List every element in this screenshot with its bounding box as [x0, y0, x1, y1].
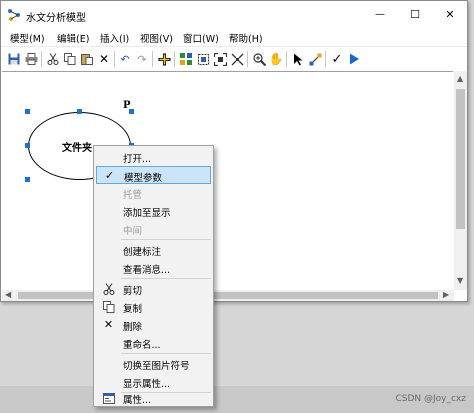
menu-view[interactable]: 视图(V)	[140, 31, 173, 45]
menu-item-create-label[interactable]: 创建标注	[96, 241, 211, 259]
toolbar-separator	[325, 51, 326, 67]
toolbar-separator	[174, 51, 175, 67]
data-variable-label: 文件夹	[62, 143, 92, 154]
horizontal-scroll-thumb[interactable]	[18, 292, 438, 299]
vertical-scrollbar[interactable]: ▲ ▼	[454, 71, 467, 290]
selection-handle[interactable]	[129, 109, 134, 114]
title-bar[interactable]: 水文分析模型 — ☐ ✕	[1, 1, 467, 28]
cut-icon[interactable]	[46, 52, 60, 66]
context-menu: 打开... ✓ 模型参数 托管 添加至显示 中间 创建标注 查看消息... 剪切	[93, 145, 214, 407]
menu-item-open[interactable]: 打开...	[96, 148, 211, 166]
scroll-left-icon[interactable]: ◀	[5, 290, 11, 299]
menu-item-rename[interactable]: 重命名...	[96, 334, 211, 352]
model-canvas[interactable]	[2, 71, 453, 290]
paste-icon[interactable]	[80, 52, 94, 66]
menu-item-delete[interactable]: ✕ 删除	[96, 316, 211, 334]
selection-handle[interactable]	[25, 109, 30, 114]
maximize-icon: ☐	[410, 8, 420, 21]
delete-icon[interactable]: ✕	[97, 52, 111, 66]
print-icon[interactable]	[24, 52, 38, 66]
desktop: 水文分析模型 — ☐ ✕ 模型(M) 编辑(E) 插入(I) 视图(V) 窗口(…	[0, 0, 474, 413]
copy-icon[interactable]	[63, 52, 77, 66]
checkmark-icon: ✓	[104, 169, 115, 182]
minimize-button[interactable]: —	[363, 1, 397, 28]
toolbar: ✕ ↶ ↷ ✋ ✓	[1, 46, 467, 70]
select-pointer-icon[interactable]	[291, 52, 305, 66]
menu-item-model-parameter[interactable]: ✓ 模型参数	[96, 166, 211, 184]
menu-item-add-to-display[interactable]: 添加至显示	[96, 202, 211, 220]
menu-item-copy[interactable]: 复制	[96, 298, 211, 316]
toolbar-separator	[41, 51, 42, 67]
connect-icon[interactable]	[308, 52, 322, 66]
close-icon: ✕	[445, 8, 455, 21]
toolbar-separator	[247, 51, 248, 67]
menu-model[interactable]: 模型(M)	[10, 31, 45, 45]
vertical-scroll-thumb[interactable]	[456, 89, 465, 229]
redo-icon[interactable]: ↷	[135, 52, 149, 66]
scroll-up-icon[interactable]: ▲	[457, 74, 463, 83]
save-icon[interactable]	[7, 52, 21, 66]
model-app-icon	[7, 8, 21, 22]
scroll-right-icon[interactable]: ▶	[443, 290, 449, 299]
horizontal-scrollbar[interactable]: ◀ ▶	[2, 290, 454, 301]
menu-item-managed[interactable]: 托管	[96, 184, 211, 202]
toolbar-separator	[152, 51, 153, 67]
selection-handle[interactable]	[77, 109, 82, 114]
selection-handle[interactable]	[25, 177, 30, 182]
select-all-icon[interactable]	[196, 52, 210, 66]
menu-insert[interactable]: 插入(I)	[100, 31, 129, 45]
properties-icon	[102, 391, 115, 404]
copy-icon	[102, 300, 115, 313]
menu-separator	[121, 278, 211, 279]
window-title: 水文分析模型	[26, 13, 86, 24]
menu-help[interactable]: 帮助(H)	[229, 31, 263, 45]
undo-icon[interactable]: ↶	[118, 52, 132, 66]
add-data-icon[interactable]	[157, 52, 171, 66]
menu-edit[interactable]: 编辑(E)	[57, 31, 89, 45]
fixed-zoom-icon[interactable]	[230, 52, 244, 66]
toolbar-separator	[286, 51, 287, 67]
validate-icon[interactable]: ✓	[330, 52, 344, 66]
menu-item-view-messages[interactable]: 查看消息...	[96, 259, 211, 277]
run-icon[interactable]	[347, 52, 361, 66]
auto-layout-icon[interactable]	[179, 52, 193, 66]
zoom-in-icon[interactable]	[252, 52, 266, 66]
maximize-button[interactable]: ☐	[398, 1, 432, 28]
menu-item-cut[interactable]: 剪切	[96, 280, 211, 298]
close-button[interactable]: ✕	[433, 1, 467, 28]
menu-item-properties[interactable]: 属性...	[96, 389, 211, 406]
menu-item-intermediate[interactable]: 中间	[96, 220, 211, 238]
scroll-down-icon[interactable]: ▼	[457, 276, 463, 285]
toolbar-separator	[114, 51, 115, 67]
menu-item-switch-to-picture-symbol[interactable]: 切换至图片符号	[96, 355, 211, 373]
full-extent-icon[interactable]	[213, 52, 227, 66]
menu-separator	[121, 353, 211, 354]
scissors-icon	[102, 282, 115, 295]
delete-icon: ✕	[103, 318, 114, 331]
menu-window[interactable]: 窗口(W)	[183, 31, 219, 45]
selection-handle[interactable]	[25, 143, 30, 148]
watermark: CSDN @Joy_cxz	[395, 394, 466, 404]
menu-separator	[121, 239, 211, 240]
minimize-icon: —	[375, 9, 385, 20]
menu-bar: 模型(M) 编辑(E) 插入(I) 视图(V) 窗口(W) 帮助(H)	[1, 28, 467, 45]
pan-icon[interactable]: ✋	[269, 52, 284, 66]
